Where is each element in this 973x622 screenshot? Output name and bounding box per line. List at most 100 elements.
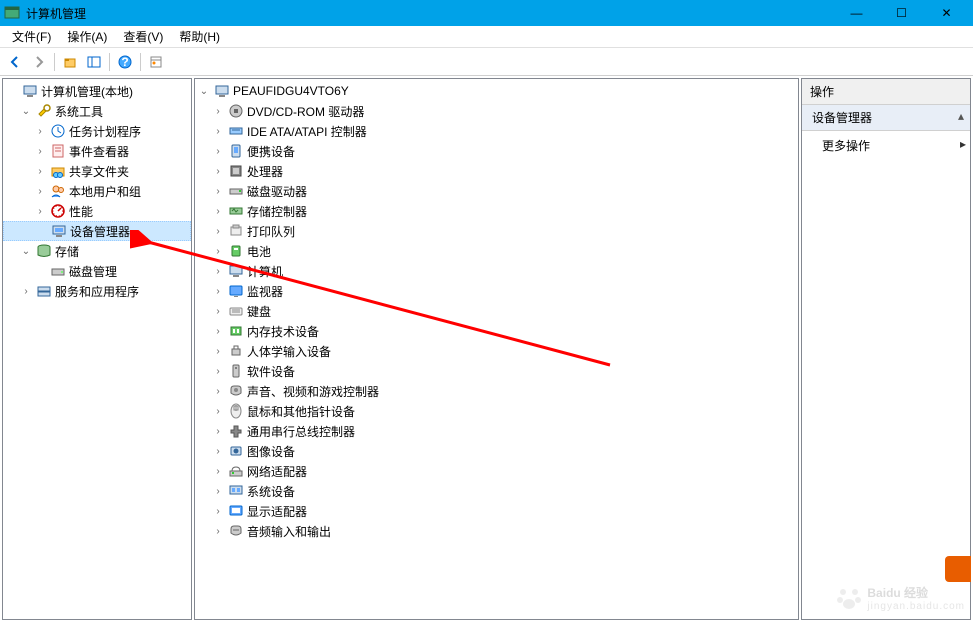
collapse-icon[interactable]: ⌄ (197, 84, 211, 98)
expand-icon[interactable]: › (211, 284, 225, 298)
tree-label: 音频输入和输出 (247, 523, 335, 540)
device-root[interactable]: ⌄ PEAUFIDGU4VTO6Y (195, 81, 798, 101)
expand-icon[interactable]: › (211, 404, 225, 418)
tree-label: 计算机管理(本地) (41, 83, 137, 100)
tree-device-manager[interactable]: 设备管理器 (3, 221, 191, 241)
expand-icon[interactable]: › (211, 484, 225, 498)
device-category[interactable]: ›DVD/CD-ROM 驱动器 (195, 101, 798, 121)
device-category[interactable]: › 电池 (195, 241, 798, 261)
device-category[interactable]: ›通用串行总线控制器 (195, 421, 798, 441)
tree-label: 性能 (69, 203, 97, 220)
device-category[interactable]: ›网络适配器 (195, 461, 798, 481)
menu-view[interactable]: 查看(V) (115, 26, 171, 47)
tree-root-computer-management[interactable]: 计算机管理(本地) (3, 81, 191, 101)
device-category[interactable]: ›磁盘驱动器 (195, 181, 798, 201)
expand-icon[interactable]: › (211, 164, 225, 178)
expand-icon[interactable]: › (211, 384, 225, 398)
device-category[interactable]: › 处理器 (195, 161, 798, 181)
actions-pane: 操作 设备管理器 ▴ 更多操作 ▸ (801, 78, 971, 620)
tree-task-scheduler[interactable]: › 任务计划程序 (3, 121, 191, 141)
expand-icon[interactable] (33, 264, 47, 278)
tree-performance[interactable]: › 性能 (3, 201, 191, 221)
device-category[interactable]: ›存储控制器 (195, 201, 798, 221)
tree-local-users-groups[interactable]: › 本地用户和组 (3, 181, 191, 201)
device-category[interactable]: ›声音、视频和游戏控制器 (195, 381, 798, 401)
expand-icon[interactable]: › (211, 104, 225, 118)
tree-label: 电池 (247, 243, 275, 260)
device-category[interactable]: ›打印队列 (195, 221, 798, 241)
device-category[interactable]: ›系统设备 (195, 481, 798, 501)
expand-icon[interactable]: › (211, 264, 225, 278)
expand-icon[interactable]: › (33, 144, 47, 158)
device-icon (228, 363, 244, 379)
expand-icon[interactable] (34, 224, 48, 238)
expand-icon[interactable]: › (211, 344, 225, 358)
expand-icon[interactable] (5, 84, 19, 98)
tree-shared-folders[interactable]: › 共享文件夹 (3, 161, 191, 181)
expand-icon[interactable]: › (211, 524, 225, 538)
expand-icon[interactable]: › (33, 204, 47, 218)
maximize-button[interactable]: ☐ (879, 0, 924, 26)
device-category[interactable]: › 音频输入和输出 (195, 521, 798, 541)
device-category[interactable]: ›图像设备 (195, 441, 798, 461)
collapse-icon[interactable]: ⌄ (19, 104, 33, 118)
expand-icon[interactable]: › (211, 424, 225, 438)
users-icon (50, 183, 66, 199)
tree-event-viewer[interactable]: › 事件查看器 (3, 141, 191, 161)
expand-icon[interactable]: › (211, 304, 225, 318)
expand-icon[interactable]: › (211, 444, 225, 458)
expand-icon[interactable]: › (33, 124, 47, 138)
tree-label: 处理器 (247, 163, 287, 180)
up-button[interactable] (59, 51, 81, 73)
disk-icon (50, 263, 66, 279)
expand-icon[interactable]: › (211, 204, 225, 218)
menu-help[interactable]: 帮助(H) (171, 26, 228, 47)
device-icon (228, 163, 244, 179)
actions-section-device-manager[interactable]: 设备管理器 ▴ (802, 105, 970, 131)
expand-icon[interactable]: › (211, 224, 225, 238)
device-category[interactable]: ›计算机 (195, 261, 798, 281)
device-category[interactable]: › 监视器 (195, 281, 798, 301)
expand-icon[interactable]: › (211, 144, 225, 158)
device-category[interactable]: ›鼠标和其他指针设备 (195, 401, 798, 421)
tree-label: 任务计划程序 (69, 123, 145, 140)
expand-icon[interactable]: › (19, 284, 33, 298)
tree-label: 监视器 (247, 283, 287, 300)
tree-disk-management[interactable]: 磁盘管理 (3, 261, 191, 281)
device-category[interactable]: ›人体学输入设备 (195, 341, 798, 361)
expand-icon[interactable]: › (33, 164, 47, 178)
device-category[interactable]: ›软件设备 (195, 361, 798, 381)
device-category[interactable]: ›键盘 (195, 301, 798, 321)
forward-button[interactable] (28, 51, 50, 73)
device-icon (228, 143, 244, 159)
device-category[interactable]: ›显示适配器 (195, 501, 798, 521)
tree-storage[interactable]: ⌄ 存储 (3, 241, 191, 261)
tree-services-applications[interactable]: › 服务和应用程序 (3, 281, 191, 301)
window-title: 计算机管理 (26, 5, 834, 22)
properties-button[interactable] (145, 51, 167, 73)
close-button[interactable]: ✕ (924, 0, 969, 26)
device-category[interactable]: ›内存技术设备 (195, 321, 798, 341)
menu-action[interactable]: 操作(A) (59, 26, 115, 47)
minimize-button[interactable]: — (834, 0, 879, 26)
expand-icon[interactable]: › (211, 124, 225, 138)
menu-file[interactable]: 文件(F) (4, 26, 59, 47)
back-button[interactable] (4, 51, 26, 73)
expand-icon[interactable]: › (33, 184, 47, 198)
expand-icon[interactable]: › (211, 324, 225, 338)
expand-icon[interactable]: › (211, 244, 225, 258)
actions-more[interactable]: 更多操作 ▸ (802, 131, 970, 160)
device-icon (228, 483, 244, 499)
show-hide-button[interactable] (83, 51, 105, 73)
expand-icon[interactable]: › (211, 364, 225, 378)
device-category[interactable]: ›便携设备 (195, 141, 798, 161)
expand-icon[interactable]: › (211, 184, 225, 198)
expand-icon[interactable]: › (211, 464, 225, 478)
collapse-icon[interactable]: ⌄ (19, 244, 33, 258)
device-category[interactable]: ›IDE ATA/ATAPI 控制器 (195, 121, 798, 141)
expand-icon[interactable]: › (211, 504, 225, 518)
help-button[interactable]: ? (114, 51, 136, 73)
tree-system-tools[interactable]: ⌄ 系统工具 (3, 101, 191, 121)
window-controls: — ☐ ✕ (834, 0, 969, 26)
actions-section-label: 设备管理器 (812, 111, 872, 125)
